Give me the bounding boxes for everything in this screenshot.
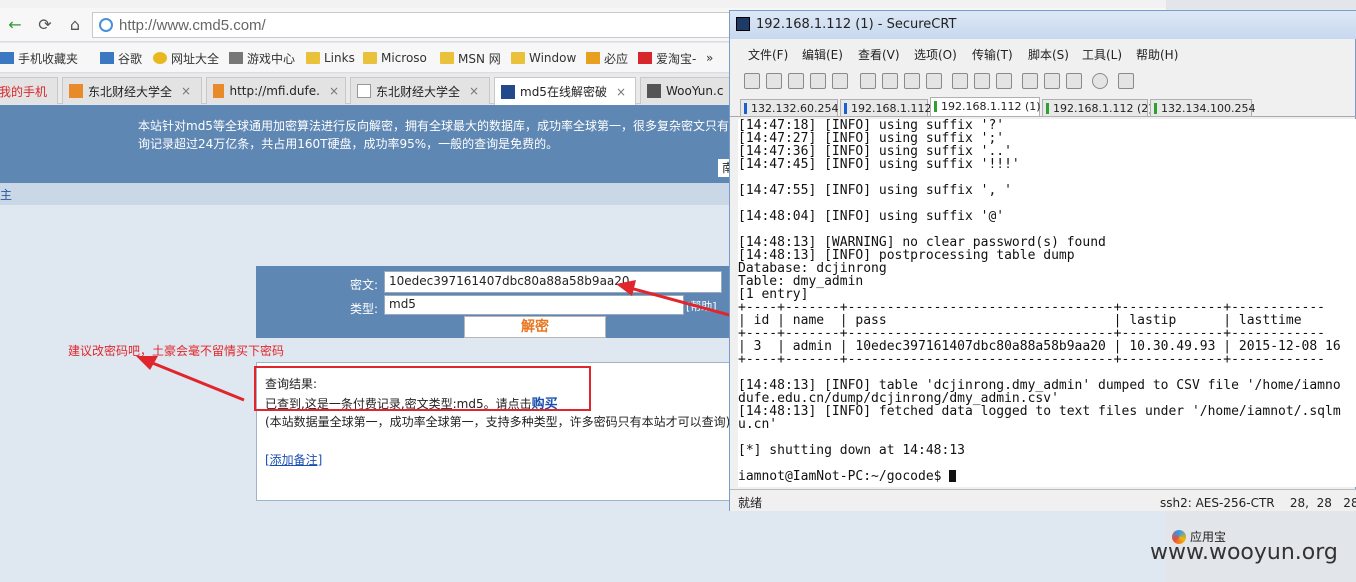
- menu-script[interactable]: 脚本(S): [1028, 46, 1069, 63]
- print-setup-icon[interactable]: [952, 73, 968, 89]
- session-tab-5[interactable]: 132.134.100.254: [1150, 99, 1255, 117]
- copy-paste-icon[interactable]: [904, 73, 920, 89]
- crt-toolbar: [730, 69, 1356, 95]
- menu-view[interactable]: 查看(V): [858, 46, 900, 63]
- session-tab-3[interactable]: 192.168.1.112 (1): [930, 97, 1041, 117]
- menu-edit[interactable]: 编辑(E): [802, 46, 843, 63]
- terminal-output: [14:47:18] [INFO] using suffix '?' [14:4…: [738, 119, 1341, 484]
- crt-statusbar: 就绪 ssh2: AES-256-CTR 28, 28 28行: [730, 489, 1356, 511]
- disconnect-icon[interactable]: [832, 73, 848, 89]
- session-tab-2[interactable]: 192.168.1.112: [840, 99, 931, 117]
- print-screen-icon[interactable]: [974, 73, 990, 89]
- crt-menubar: 文件(F) 编辑(E) 查看(V) 选项(O) 传输(T) 脚本(S) 工具(L…: [730, 43, 1356, 65]
- copy-icon[interactable]: [860, 73, 876, 89]
- arrowhead-cipher: [616, 280, 636, 296]
- global-options-icon[interactable]: [1044, 73, 1060, 89]
- help-icon[interactable]: [1092, 73, 1108, 89]
- quick-connect-icon[interactable]: [766, 73, 782, 89]
- session-tab-1[interactable]: 132.132.60.254: [740, 99, 838, 117]
- watermark: www.wooyun.org: [1150, 540, 1338, 565]
- menu-transfer[interactable]: 传输(T): [972, 46, 1013, 63]
- status-connection: ssh2: AES-256-CTR 28, 28 28行: [1160, 496, 1356, 510]
- menu-tools[interactable]: 工具(L): [1082, 46, 1122, 63]
- securecrt-icon: [736, 17, 750, 31]
- status-ready: 就绪: [738, 496, 763, 510]
- terminal-cursor: [949, 470, 957, 482]
- reconnect-icon[interactable]: [810, 73, 826, 89]
- paste-icon[interactable]: [882, 73, 898, 89]
- crt-titlebar: 192.168.1.112 (1) - SecureCRT: [730, 11, 1356, 39]
- toolbar-more-icon[interactable]: [1118, 73, 1134, 89]
- terminal-screen[interactable]: [14:47:18] [INFO] using suffix '?' [14:4…: [738, 119, 1356, 487]
- key-icon[interactable]: [1066, 73, 1082, 89]
- session-options-icon[interactable]: [1022, 73, 1038, 89]
- session-tab-4[interactable]: 192.168.1.112 (2): [1042, 99, 1153, 117]
- menu-file[interactable]: 文件(F): [748, 46, 788, 63]
- arrow-to-annotation: [149, 360, 245, 402]
- find-icon[interactable]: [926, 73, 942, 89]
- print-icon[interactable]: [996, 73, 1012, 89]
- menu-help[interactable]: 帮助(H): [1136, 46, 1178, 63]
- connect-icon[interactable]: [744, 73, 760, 89]
- tab-connect-icon[interactable]: [788, 73, 804, 89]
- session-tabs: 132.132.60.254 192.168.1.112 192.168.1.1…: [730, 97, 1356, 117]
- crt-title: 192.168.1.112 (1) - SecureCRT: [756, 17, 957, 32]
- menu-options[interactable]: 选项(O): [914, 46, 957, 63]
- securecrt-window: 192.168.1.112 (1) - SecureCRT 文件(F) 编辑(E…: [729, 10, 1356, 511]
